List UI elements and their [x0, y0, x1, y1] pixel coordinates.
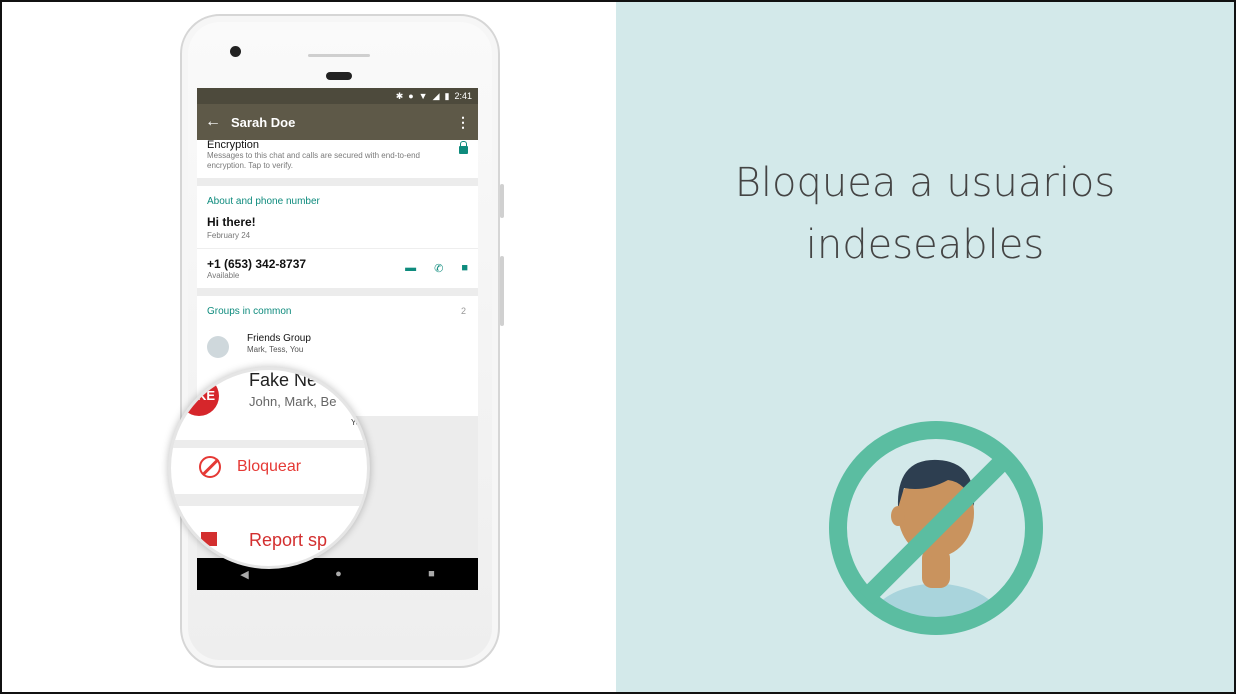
battery-icon: ▮	[444, 90, 450, 101]
left-panel: ✱ ● ▼ ◢ ▮ 2:41 ← Sarah Doe ⋮ Encryption …	[2, 2, 616, 692]
phone-number-row[interactable]: +1 (653) 342-8737 Available ▬ ✆ ■	[197, 249, 478, 288]
block-icon	[199, 456, 221, 478]
divider	[171, 440, 367, 448]
group-members: Mark, Tess, You	[247, 345, 304, 354]
group-name[interactable]: Friends Group	[247, 333, 311, 344]
overflow-menu-icon[interactable]: ⋮	[456, 114, 470, 131]
encryption-description: Messages to this chat and calls are secu…	[207, 151, 421, 170]
report-icon	[201, 532, 217, 546]
lock-icon	[459, 141, 468, 154]
proximity-sensor	[326, 72, 352, 80]
groups-count: 2	[460, 306, 466, 316]
status-time: 2:41	[454, 91, 472, 101]
groups-heading: Groups in common	[207, 306, 292, 317]
report-spam-button[interactable]: Report sp	[249, 530, 327, 551]
video-call-icon[interactable]: ■	[461, 262, 468, 275]
fake-group-name: Fake Ne	[249, 370, 318, 390]
blocked-user-icon	[829, 421, 1043, 635]
encryption-card[interactable]: Encryption Messages to this chat and cal…	[197, 140, 478, 178]
contact-name: Sarah Doe	[231, 114, 296, 130]
front-camera	[230, 46, 241, 57]
signal-icon: ◢	[432, 90, 440, 101]
fake-group-you: You	[351, 418, 365, 427]
status-bar: ✱ ● ▼ ◢ ▮ 2:41	[197, 88, 478, 104]
call-icon[interactable]: ✆	[434, 262, 443, 275]
nav-home-icon[interactable]: ●	[335, 568, 342, 580]
right-panel: Bloquea a usuarios indeseables	[616, 2, 1234, 692]
about-card: About and phone number Hi there! Februar…	[197, 186, 478, 288]
group-avatar-icon	[207, 336, 229, 358]
bluetooth-icon: ✱	[395, 90, 404, 101]
headline-line-1: Bloquea a usuarios	[734, 160, 1116, 206]
magnifier-lens: KE Fake Ne John, Mark, Be You Bloquear R…	[168, 367, 370, 569]
volume-button	[500, 184, 504, 218]
block-button[interactable]: Bloquear	[237, 458, 301, 476]
encryption-heading: Encryption	[207, 139, 259, 151]
availability: Available	[207, 271, 240, 280]
divider	[171, 494, 367, 506]
chat-info-toolbar: ← Sarah Doe ⋮	[197, 104, 478, 140]
phone-number: +1 (653) 342-8737	[207, 257, 307, 271]
fake-group-members: John, Mark, Be	[249, 394, 337, 409]
slide-frame: ✱ ● ▼ ◢ ▮ 2:41 ← Sarah Doe ⋮ Encryption …	[0, 0, 1236, 694]
earpiece-speaker	[308, 54, 370, 57]
about-date: February 24	[197, 229, 478, 249]
headline: Bloquea a usuarios indeseables	[616, 152, 1234, 276]
about-status: Hi there!	[207, 215, 256, 229]
fake-group-avatar: KE	[179, 376, 219, 416]
nav-recent-icon[interactable]: ■	[428, 568, 435, 580]
about-heading: About and phone number	[207, 196, 320, 207]
headline-line-2: indeseables	[805, 222, 1045, 268]
back-arrow-icon[interactable]: ←	[205, 113, 231, 131]
power-button	[500, 256, 504, 326]
message-icon[interactable]: ▬	[405, 262, 416, 275]
dnd-icon: ●	[408, 91, 414, 101]
nav-back-icon[interactable]: ◀	[240, 568, 248, 581]
wifi-icon: ▼	[418, 91, 428, 101]
